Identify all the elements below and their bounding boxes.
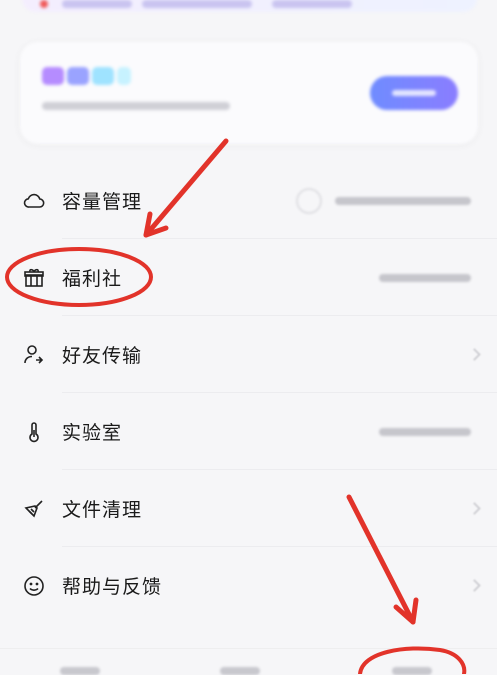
menu-item-label: 帮助与反馈 (62, 576, 163, 598)
settings-menu: 容量管理 福利社 好友传输 实验室 文件清理 帮助与反馈 (0, 162, 497, 624)
menu-item-storage[interactable]: 容量管理 (0, 162, 497, 239)
menu-item-label: 文件清理 (62, 499, 143, 521)
menu-item-label: 容量管理 (62, 191, 143, 213)
menu-item-welfare[interactable]: 福利社 (0, 239, 497, 316)
status-dot (40, 0, 48, 8)
menu-item-file-cleanup[interactable]: 文件清理 (0, 470, 497, 547)
blurred-text (62, 0, 132, 8)
smile-icon (22, 574, 46, 598)
bottom-tab-bar (0, 648, 497, 675)
menu-item-label: 实验室 (62, 422, 123, 444)
blurred-text (272, 0, 352, 8)
menu-item-label: 福利社 (62, 268, 123, 290)
broom-icon (22, 497, 46, 521)
menu-item-help-feedback[interactable]: 帮助与反馈 (0, 547, 497, 624)
membership-badge (42, 67, 131, 85)
blurred-text (142, 0, 252, 8)
chevron-right-icon (468, 348, 481, 361)
storage-usage-icon (296, 187, 322, 214)
lab-hint (379, 427, 471, 436)
thermometer-icon (22, 420, 46, 444)
membership-description (42, 102, 230, 110)
chevron-right-icon (468, 579, 481, 592)
welfare-hint (379, 273, 471, 282)
chevron-right-icon (468, 502, 481, 515)
gift-icon (22, 266, 46, 290)
menu-item-lab[interactable]: 实验室 (0, 393, 497, 470)
storage-usage-value (335, 196, 471, 205)
membership-card[interactable] (20, 42, 478, 144)
cloud-icon (22, 189, 46, 213)
menu-item-friend-transfer[interactable]: 好友传输 (0, 316, 497, 393)
top-card-blurred (22, 0, 477, 12)
membership-button[interactable] (370, 76, 458, 110)
menu-item-label: 好友传输 (62, 345, 143, 367)
friend-transfer-icon (22, 343, 46, 367)
